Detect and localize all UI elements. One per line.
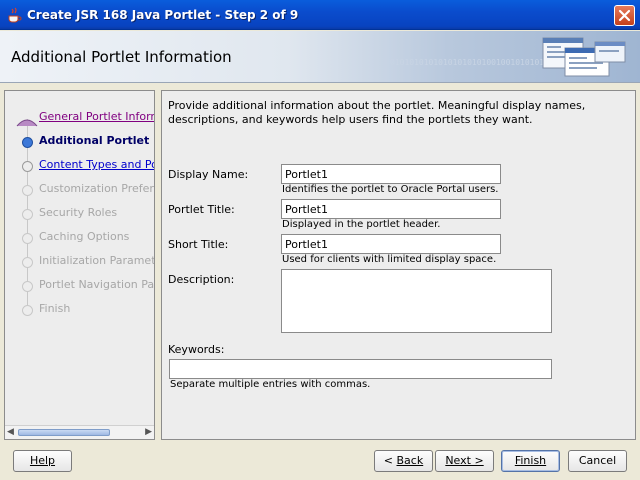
keywords-hint: Separate multiple entries with commas. [170,379,371,390]
wizard-header: Additional Portlet Information 010101010… [0,31,640,83]
close-button[interactable] [614,5,635,26]
visited-step-icon [16,119,38,127]
step-label: Portlet Navigation Parameters [39,278,154,291]
finish-button[interactable]: Finish [501,450,560,472]
display-name-input[interactable] [281,164,501,184]
scroll-right-icon[interactable]: ▶ [142,427,152,438]
finish-button-label: Finish [514,454,547,467]
step-label: Initialization Parameters [39,254,154,267]
java-cup-icon [8,7,22,23]
step-initialization-parameters: Initialization Parameters [5,251,154,271]
step-finish: Finish [5,299,154,319]
step-customization-preferences: Customization Preferences [5,179,154,199]
scroll-left-icon[interactable]: ◀ [7,427,17,438]
step-label: Security Roles [39,206,118,219]
step-dot-icon [22,233,33,244]
step-dot-icon [22,257,33,268]
step-content-types[interactable]: Content Types and Portlet Modes [5,155,154,175]
step-label: Additional Portlet Information [39,134,154,147]
wizard-steps-list: General Portlet Information Additional P… [5,91,154,426]
step-label: Finish [39,302,71,315]
close-icon [618,9,631,22]
step-dot-icon [22,161,33,172]
keywords-input[interactable] [169,359,552,379]
cancel-button[interactable]: Cancel [568,450,627,472]
step-label: Caching Options [39,230,130,243]
step-caching-options: Caching Options [5,227,154,247]
next-button-label: Next > [445,454,484,467]
short-title-label: Short Title: [168,238,229,251]
step-label: General Portlet Information [39,110,154,123]
next-button[interactable]: Next > [435,450,494,472]
scrollbar-thumb[interactable] [18,429,110,436]
step-label: Customization Preferences [39,182,154,195]
portlet-title-label: Portlet Title: [168,203,235,216]
wizard-graphic-icon [542,37,626,77]
short-title-hint: Used for clients with limited display sp… [282,254,497,265]
portlet-info-form: Provide additional information about the… [161,90,636,440]
back-button-prefix: < [383,454,397,467]
step-dot-icon [22,185,33,196]
help-button-label: Help [29,454,56,467]
step-portlet-navigation-parameters: Portlet Navigation Parameters [5,275,154,295]
step-security-roles: Security Roles [5,203,154,223]
header-binary-decoration: 01010101010101010101001001010101 [390,58,545,67]
keywords-label: Keywords: [168,343,225,356]
current-step-icon [22,137,33,148]
step-dot-icon [22,305,33,316]
short-title-input[interactable] [281,234,501,254]
window-title: Create JSR 168 Java Portlet - Step 2 of … [27,8,299,22]
step-label: Content Types and Portlet Modes [39,158,154,171]
steps-horizontal-scrollbar[interactable]: ◀ ▶ [5,425,154,439]
description-label: Description: [168,273,235,286]
wizard-steps-panel: General Portlet Information Additional P… [4,90,155,440]
title-bar: Create JSR 168 Java Portlet - Step 2 of … [0,0,640,30]
page-title: Additional Portlet Information [11,48,232,66]
display-name-hint: Identifies the portlet to Oracle Portal … [282,184,499,195]
cancel-button-label: Cancel [578,454,617,467]
step-dot-icon [22,281,33,292]
display-name-label: Display Name: [168,168,249,181]
intro-text: Provide additional information about the… [168,99,586,126]
step-dot-icon [22,209,33,220]
description-textarea[interactable] [281,269,552,333]
step-general-portlet-information[interactable]: General Portlet Information [5,107,154,127]
back-button[interactable]: < Back [374,450,433,472]
portlet-title-hint: Displayed in the portlet header. [282,219,441,230]
help-button[interactable]: Help [13,450,72,472]
back-button-label: Back [396,454,424,467]
step-additional-portlet-information[interactable]: Additional Portlet Information [5,131,154,151]
portlet-title-input[interactable] [281,199,501,219]
